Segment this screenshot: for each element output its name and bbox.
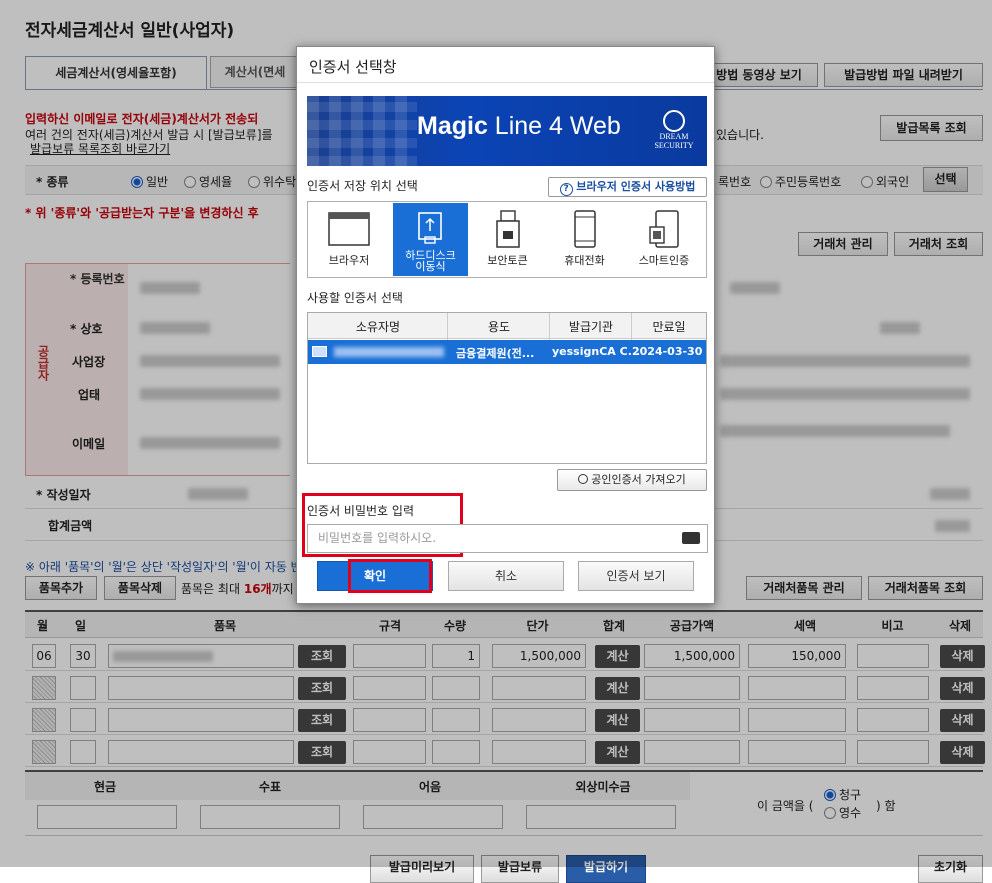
help-icon: ? xyxy=(559,183,573,196)
storage-token-label: 보안토큰 xyxy=(487,254,528,267)
banner-brand: Magic Line 4 Web xyxy=(417,112,621,141)
cert-select-label: 사용할 인증서 선택 xyxy=(307,291,403,305)
password-placeholder: 비밀번호를 입력하시오. xyxy=(318,531,437,545)
storage-token[interactable]: 보안토큰 xyxy=(470,203,545,276)
cert-col-owner: 소유자명 xyxy=(355,320,401,334)
storage-removable[interactable]: 하드디스크 이동식 xyxy=(393,203,468,276)
magnifier-icon xyxy=(578,474,589,484)
storage-browser[interactable]: 브라우저 xyxy=(309,203,389,276)
storage-smart-label: 스마트인증 xyxy=(638,254,690,267)
browser-help-link[interactable]: ? 브라우저 인증서 사용방법 xyxy=(548,177,707,197)
password-label: 인증서 비밀번호 입력 xyxy=(307,504,414,518)
storage-browser-label: 브라우저 xyxy=(328,254,370,267)
cert-row-selected[interactable]: 금융결제원(전... yessignCA C... 2024-03-30 xyxy=(308,340,706,364)
cert-expiry: 2024-03-30 xyxy=(632,345,703,358)
cert-col-expiry: 만료일 xyxy=(652,320,686,334)
vendor-top: DREAM xyxy=(659,132,689,141)
mobile-phone-icon xyxy=(573,210,596,248)
usb-drive-icon xyxy=(417,212,442,244)
import-cert-button[interactable]: 공인인증서 가져오기 xyxy=(557,469,707,491)
import-cert-label: 공인인증서 가져오기 xyxy=(591,473,686,486)
smart-auth-icon xyxy=(649,210,679,248)
view-cert-button[interactable]: 인증서 보기 xyxy=(578,561,694,591)
security-token-icon xyxy=(495,210,520,248)
magicline-banner: Magic Line 4 Web DREAM SECURITY xyxy=(307,96,707,166)
browser-help-text: 브라우저 인증서 사용방법 xyxy=(576,180,696,193)
storage-removable-label: 하드디스크 이동식 xyxy=(405,249,456,273)
password-input[interactable]: 비밀번호를 입력하시오. xyxy=(307,524,708,553)
cancel-button[interactable]: 취소 xyxy=(448,561,564,591)
keyboard-icon[interactable] xyxy=(682,532,700,544)
storage-phone[interactable]: 휴대전화 xyxy=(547,203,622,276)
banner-pattern xyxy=(307,96,417,166)
vendor-bottom: SECURITY xyxy=(654,141,694,150)
cert-usage: 금융결제원(전... xyxy=(456,347,535,360)
cert-col-issuer: 발급기관 xyxy=(568,320,614,334)
brand-rest: Line 4 Web xyxy=(487,112,621,140)
dialog-title: 인증서 선택창 xyxy=(309,58,397,76)
storage-phone-label: 휴대전화 xyxy=(564,254,605,267)
ok-highlight xyxy=(348,559,432,593)
cert-owner-blurred xyxy=(334,347,444,357)
browser-icon xyxy=(328,212,370,246)
dream-security-logo: DREAM SECURITY xyxy=(647,110,701,150)
logo-emblem-icon xyxy=(663,110,685,132)
storage-label: 인증서 저장 위치 선택 xyxy=(307,179,418,193)
cert-col-usage: 용도 xyxy=(487,320,511,334)
cert-dialog: 인증서 선택창 Magic Line 4 Web DREAM SECURITY … xyxy=(296,46,715,604)
brand-bold: Magic xyxy=(417,112,488,140)
storage-smart[interactable]: 스마트인증 xyxy=(624,203,704,276)
cert-issuer: yessignCA C... xyxy=(552,345,641,358)
cert-card-icon xyxy=(312,346,327,357)
